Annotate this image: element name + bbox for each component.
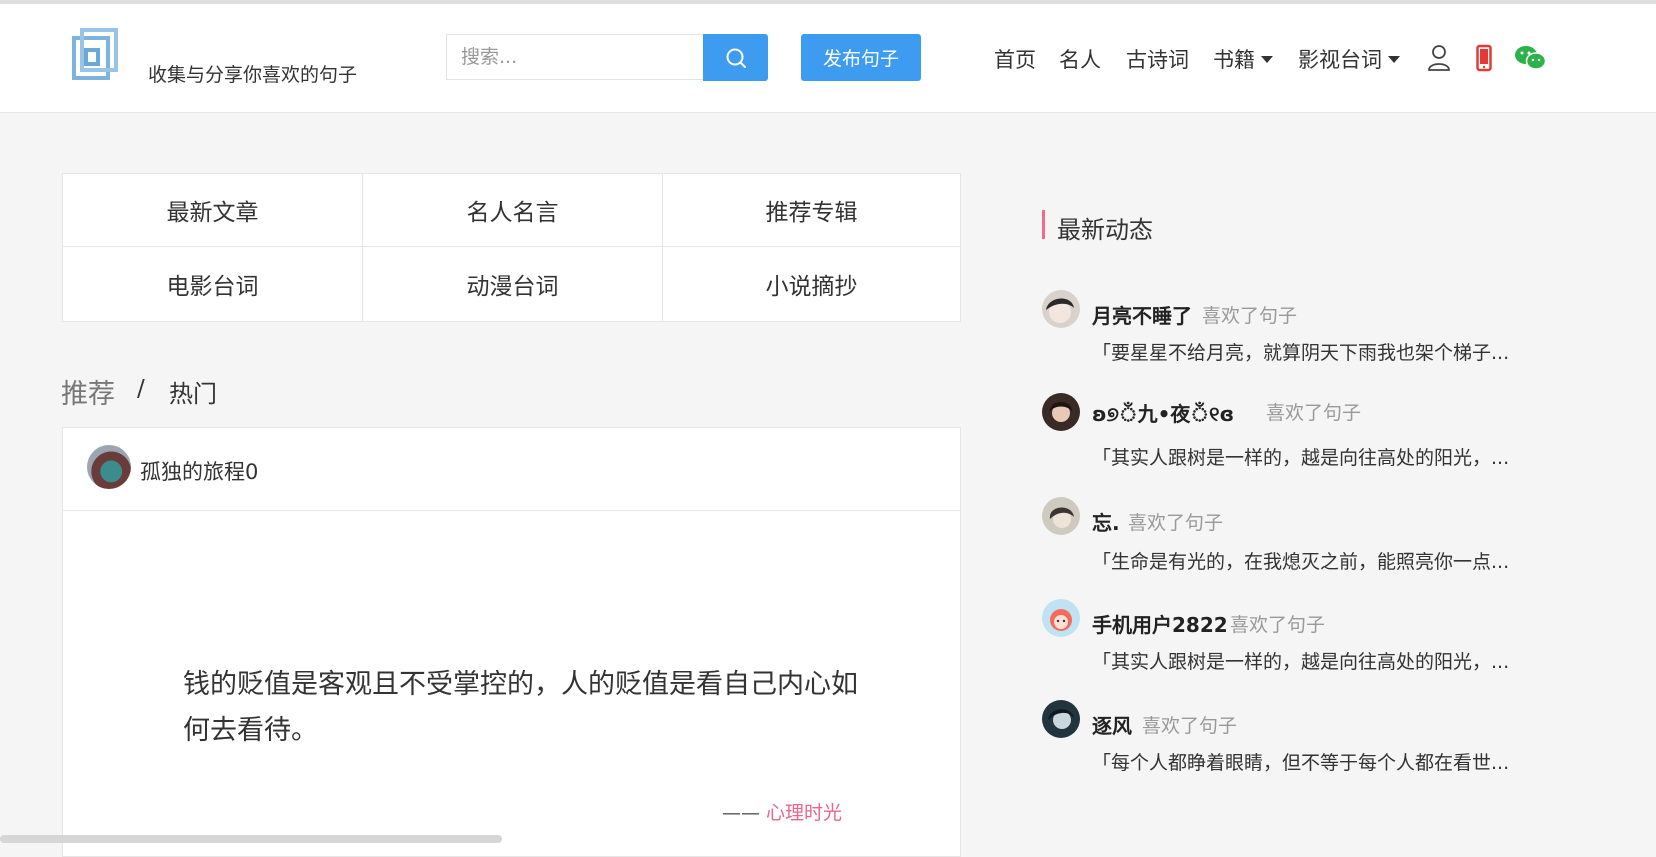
sidebar-title-accent [1042, 210, 1045, 239]
post-attribution: —— 心理时光 [722, 798, 842, 825]
post-quote[interactable]: 钱的贬值是客观且不受掌控的，人的贬值是看自己内心如何去看待。 [183, 662, 883, 754]
post-card-header: 孤独的旅程0 [63, 428, 960, 511]
feed-item: 逐风 喜欢了句子 「每个人都睁着眼睛，但不等于每个人都在看世... [1042, 700, 1562, 774]
nav-poetry-label: 古诗词 [1126, 48, 1189, 72]
feed-action: 喜欢了句子 [1266, 402, 1362, 424]
feed-action: 喜欢了句子 [1230, 614, 1326, 636]
feed-item: 月亮不睡了 喜欢了句子 「要星星不给月亮，就算阴天下雨我也架个梯子... [1042, 290, 1562, 364]
feed-item: 忘. 喜欢了句子 「生命是有光的，在我熄灭之前，能照亮你一点... [1042, 497, 1562, 573]
tab-recommend[interactable]: 推荐 [61, 372, 115, 411]
user-avatar[interactable] [1042, 599, 1080, 637]
category-novel-excerpts[interactable]: 小说摘抄 [663, 247, 960, 321]
nav-books-dropdown[interactable]: 书籍 [1213, 44, 1273, 74]
nav-celebrity[interactable]: 名人 [1059, 44, 1101, 74]
user-avatar[interactable] [1042, 393, 1080, 431]
feed-user-name[interactable]: 手机用户2822 [1092, 609, 1228, 638]
tab-hot[interactable]: 热门 [169, 374, 217, 409]
feed-quote[interactable]: 「要星星不给月亮，就算阴天下雨我也架个梯子... [1092, 338, 1562, 365]
category-grid: 最新文章 名人名言 推荐专辑 电影台词 动漫台词 小说摘抄 [62, 173, 961, 322]
feed-user-name[interactable]: 逐风 [1092, 710, 1132, 739]
category-recommended-albums[interactable]: 推荐专辑 [663, 174, 960, 247]
site-slogan: 收集与分享你喜欢的句子 [148, 64, 358, 86]
author-name[interactable]: 孤独的旅程0 [140, 456, 258, 486]
attribution-dash: —— [721, 802, 760, 824]
nav-poetry[interactable]: 古诗词 [1126, 44, 1189, 74]
user-icon[interactable] [1427, 44, 1451, 72]
search-input[interactable] [446, 34, 704, 80]
user-avatar[interactable] [1042, 497, 1080, 535]
nav-home[interactable]: 首页 [994, 44, 1036, 74]
category-anime-lines[interactable]: 动漫台词 [363, 247, 663, 321]
feed-item: 手机用户2822 喜欢了句子 「其实人跟树是一样的，越是向往高处的阳光，... [1042, 599, 1562, 673]
category-celebrity-quotes[interactable]: 名人名言 [363, 174, 663, 247]
tab-separator: / [137, 376, 145, 402]
author-avatar[interactable] [87, 445, 131, 489]
nav-celebrity-label: 名人 [1059, 48, 1101, 72]
user-avatar[interactable] [1042, 700, 1080, 738]
feed-user-name[interactable]: ʚ୭ঁ九•夜ঁ୧ɞ [1092, 398, 1234, 433]
user-avatar[interactable] [1042, 290, 1080, 328]
wechat-icon[interactable] [1514, 44, 1546, 72]
publish-sentence-button[interactable]: 发布句子 [801, 34, 921, 81]
phone-icon[interactable] [1476, 44, 1492, 72]
nav-home-label: 首页 [994, 48, 1036, 72]
caret-down-icon [1388, 55, 1400, 63]
nav-movies-dropdown[interactable]: 影视台词 [1298, 44, 1400, 74]
feed-quote[interactable]: 「生命是有光的，在我熄灭之前，能照亮你一点... [1092, 547, 1562, 574]
category-latest-articles[interactable]: 最新文章 [63, 174, 363, 247]
attribution-source-link[interactable]: 心理时光 [766, 802, 842, 824]
feed-action: 喜欢了句子 [1128, 512, 1224, 534]
feed-action: 喜欢了句子 [1202, 305, 1298, 327]
category-movie-lines[interactable]: 电影台词 [63, 247, 363, 321]
horizontal-scrollbar[interactable] [0, 835, 502, 843]
feed-quote[interactable]: 「其实人跟树是一样的，越是向往高处的阳光，... [1092, 647, 1562, 674]
sidebar-title: 最新动态 [1057, 216, 1153, 244]
post-card: 孤独的旅程0 钱的贬值是客观且不受掌控的，人的贬值是看自己内心如何去看待。 ——… [62, 427, 961, 857]
feed-action: 喜欢了句子 [1142, 715, 1238, 737]
search-button[interactable] [703, 34, 768, 81]
site-logo-icon[interactable] [70, 28, 120, 84]
nav-movies-label: 影视台词 [1298, 48, 1382, 72]
caret-down-icon [1261, 55, 1273, 63]
nav-books-label: 书籍 [1213, 48, 1255, 72]
feed-quote[interactable]: 「其实人跟树是一样的，越是向往高处的阳光，... [1092, 443, 1562, 470]
feed-user-name[interactable]: 忘. [1092, 507, 1120, 536]
feed-user-name[interactable]: 月亮不睡了 [1092, 300, 1192, 329]
feed-quote[interactable]: 「每个人都睁着眼睛，但不等于每个人都在看世... [1092, 748, 1562, 775]
site-header: 收集与分享你喜欢的句子 发布句子 首页 名人 古诗词 书籍 影视台词 [0, 4, 1656, 113]
search-icon [726, 48, 746, 68]
feed-item: ʚ୭ঁ九•夜ঁ୧ɞ 喜欢了句子 「其实人跟树是一样的，越是向往高处的阳光，... [1042, 393, 1562, 469]
